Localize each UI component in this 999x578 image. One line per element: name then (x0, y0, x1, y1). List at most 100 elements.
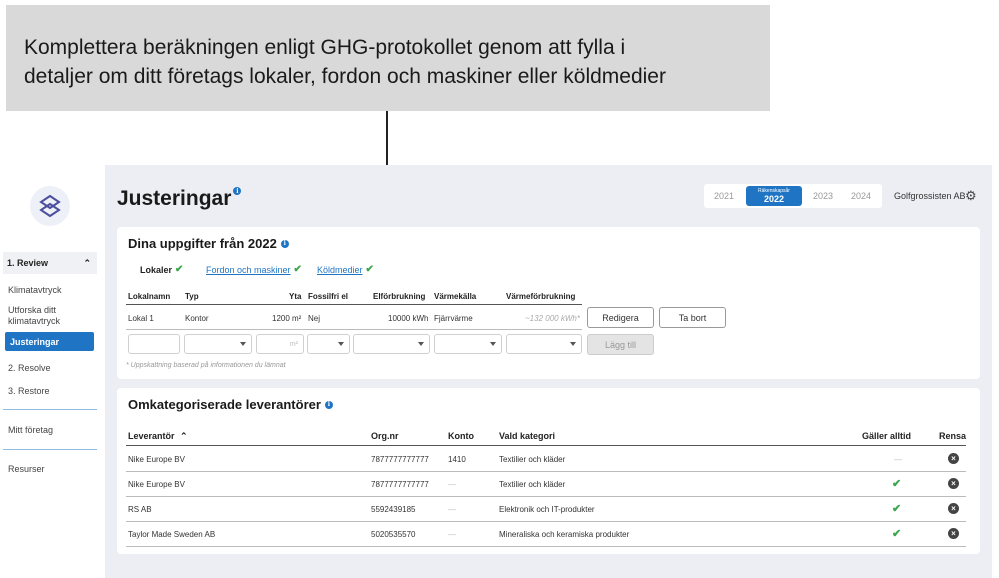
col-leverantor[interactable]: Leverantör ⌃ (128, 431, 188, 442)
data-card: Dina uppgifter från 2022 i Lokaler ✔ For… (117, 227, 980, 379)
add-button[interactable]: Lägg till (587, 334, 654, 355)
row-divider (126, 521, 966, 522)
nav-klimatavtryck[interactable]: Klimatavtryck (8, 285, 62, 296)
chevron-up-icon: ⌃ (83, 257, 91, 268)
tab-lokaler[interactable]: Lokaler ✔ (140, 264, 183, 275)
clear-icon[interactable]: × (948, 528, 959, 539)
page-title: Justeringar i (117, 187, 242, 211)
main-area: Justeringar i 2021 Räkenskapsår 2022 202… (105, 165, 992, 578)
col-konto: Konto (448, 431, 474, 441)
tab-lokaler-label: Lokaler (140, 264, 173, 275)
cell-category: Elektronik och IT-produkter (499, 505, 595, 514)
nav-utforska[interactable]: Utforska ditt klimatavtryck (8, 305, 88, 327)
year-2024[interactable]: 2024 (842, 184, 880, 208)
cell-heat-source: Fjärrvärme (434, 314, 473, 323)
col-orgnr: Org.nr (371, 431, 399, 441)
cell-supplier: RS AB (128, 505, 152, 514)
estimate-note: * Uppskattning baserad på informationen … (126, 362, 286, 369)
nav-review-label: 1. Review (7, 258, 49, 268)
always-empty: — (894, 455, 902, 464)
check-icon: ✔ (293, 264, 302, 275)
sidebar: 1. Review ⌃ Klimatavtryck Utforska ditt … (0, 165, 104, 578)
year-2022-active[interactable]: Räkenskapsår 2022 (746, 186, 802, 206)
area-input[interactable]: m² (256, 334, 304, 354)
cell-type: Kontor (185, 314, 209, 323)
info-icon[interactable]: i (324, 400, 333, 409)
cell-fossil-free: Nej (308, 314, 321, 323)
check-icon: ✔ (892, 503, 902, 515)
chevron-down-icon (240, 342, 246, 346)
col-leverantor-label: Leverantör (128, 431, 175, 441)
instruction-callout: Komplettera beräkningen enligt GHG-proto… (6, 5, 770, 111)
area-unit: m² (289, 340, 298, 348)
row-divider (126, 471, 966, 472)
col-lokalnamn: Lokalnamn (128, 292, 171, 301)
cell-category: Textilier och kläder (499, 455, 566, 464)
info-icon[interactable]: i (280, 239, 289, 248)
col-fossilfri: Fossilfri el (308, 292, 349, 301)
cell-org: 5592439185 (371, 505, 416, 514)
cell-account: — (448, 480, 456, 489)
suppliers-card: Omkategoriserade leverantörer i Leverant… (117, 388, 980, 554)
year-2023[interactable]: 2023 (804, 184, 842, 208)
col-varmeforbrukning: Värmeförbrukning (506, 292, 576, 301)
tab-koldmedier[interactable]: Köldmedier ✔ (317, 264, 374, 275)
chevron-down-icon (570, 342, 576, 346)
nav-resolve[interactable]: 2. Resolve (8, 363, 51, 374)
heat-source-select[interactable] (434, 334, 502, 354)
year-selector: 2021 Räkenskapsår 2022 2023 2024 (704, 184, 882, 208)
clear-icon[interactable]: × (948, 453, 959, 464)
cell-supplier: Nike Europe BV (128, 455, 185, 464)
col-yta: Yta (289, 292, 302, 301)
tab-fordon[interactable]: Fordon och maskiner ✔ (206, 264, 302, 275)
sort-up-icon[interactable]: ⌃ (180, 431, 188, 441)
company-name[interactable]: Golfgrossisten AB (894, 191, 966, 201)
table-header-line (126, 304, 582, 305)
check-icon: ✔ (175, 264, 184, 275)
cell-org: 5020535570 (371, 530, 416, 539)
col-elforbrukning: Elförbrukning (373, 292, 426, 301)
cell-category: Mineraliska och keramiska produkter (499, 530, 630, 539)
year-2021[interactable]: 2021 (704, 184, 744, 208)
row-divider (126, 329, 582, 330)
nav-restore[interactable]: 3. Restore (8, 386, 50, 397)
table-header-line (126, 445, 966, 446)
card-title-text: Omkategoriserade leverantörer (128, 397, 321, 412)
chevron-down-icon (490, 342, 496, 346)
cell-org: 7877777777777 (371, 480, 429, 489)
chevron-down-icon (338, 342, 344, 346)
nav-justeringar[interactable]: Justeringar (5, 332, 94, 351)
info-icon[interactable]: i (233, 187, 242, 195)
type-select[interactable] (184, 334, 252, 354)
cell-name: Lokal 1 (128, 314, 154, 323)
logo-icon[interactable] (30, 186, 70, 226)
divider (3, 449, 97, 450)
clear-icon[interactable]: × (948, 478, 959, 489)
tab-fordon-label: Fordon och maskiner (206, 264, 291, 275)
col-galler-alltid: Gäller alltid (862, 431, 912, 441)
cell-supplier: Nike Europe BV (128, 480, 185, 489)
cell-org: 7877777777777 (371, 455, 429, 464)
delete-button[interactable]: Ta bort (659, 307, 726, 328)
edit-button[interactable]: Redigera (587, 307, 654, 328)
check-icon: ✔ (892, 528, 902, 540)
clear-icon[interactable]: × (948, 503, 959, 514)
cell-account: — (448, 530, 456, 539)
chevron-down-icon (418, 342, 424, 346)
col-rensa: Rensa (939, 431, 967, 441)
fossil-free-select[interactable] (307, 334, 350, 354)
electricity-select[interactable] (353, 334, 430, 354)
heat-usage-select[interactable] (506, 334, 582, 354)
cell-electricity: 10000 kWh (388, 314, 429, 323)
nav-mitt-foretag[interactable]: Mitt företag (8, 425, 53, 436)
cell-supplier: Taylor Made Sweden AB (128, 530, 216, 539)
lokalnamn-input[interactable] (128, 334, 180, 354)
nav-resurser[interactable]: Resurser (8, 464, 45, 475)
gear-icon[interactable]: ⚙ (965, 189, 977, 202)
active-year: 2022 (763, 194, 785, 204)
nav-review[interactable]: 1. Review ⌃ (3, 252, 97, 274)
card-title: Dina uppgifter från 2022 i (128, 236, 289, 251)
row-divider (126, 496, 966, 497)
card-title: Omkategoriserade leverantörer i (128, 397, 333, 412)
cell-category: Textilier och kläder (499, 480, 566, 489)
